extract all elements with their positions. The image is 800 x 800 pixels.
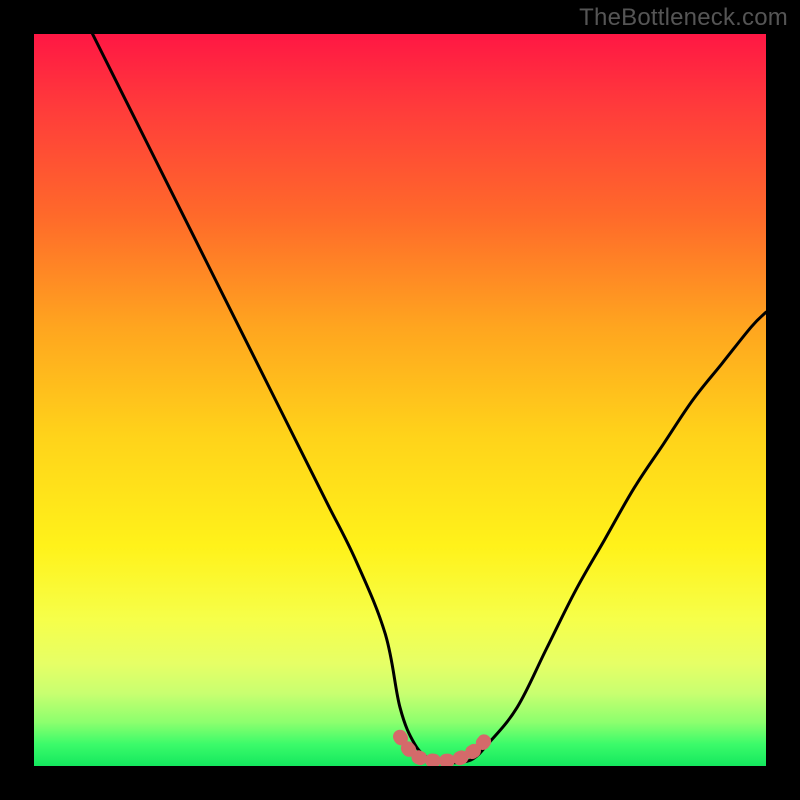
chart-svg xyxy=(34,34,766,766)
plot-area xyxy=(34,34,766,766)
chart-frame: TheBottleneck.com xyxy=(0,0,800,800)
watermark-label: TheBottleneck.com xyxy=(579,4,788,32)
bottleneck-curve xyxy=(93,34,766,763)
